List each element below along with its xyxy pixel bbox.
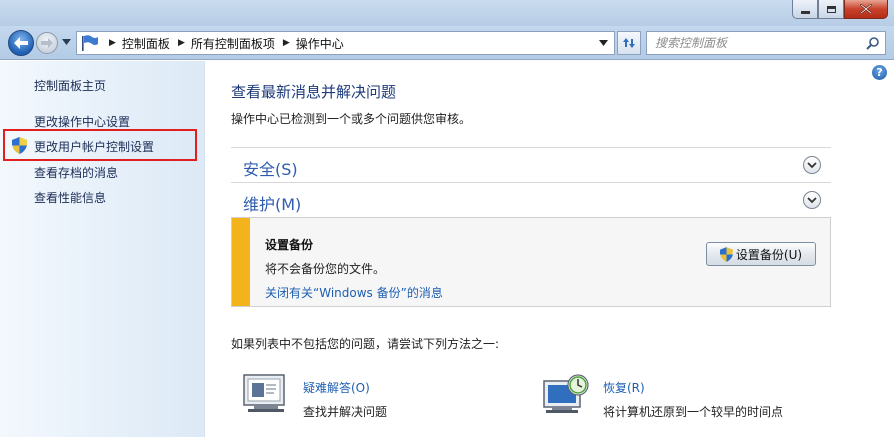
expand-security-button[interactable] bbox=[803, 156, 821, 174]
alert-message: 将不会备份您的文件。 bbox=[265, 262, 386, 276]
address-bar[interactable]: ▶ 控制面板 ▶ 所有控制面板项 ▶ 操作中心 bbox=[76, 31, 615, 55]
section-label-maintenance[interactable]: 维护(M) bbox=[243, 191, 301, 215]
forward-button[interactable] bbox=[36, 32, 58, 54]
address-dropdown-icon[interactable] bbox=[599, 40, 608, 46]
recovery-icon bbox=[543, 374, 589, 413]
breadcrumb-all-items[interactable]: 所有控制面板项 bbox=[191, 35, 275, 52]
troubleshooting-description: 查找并解决问题 bbox=[303, 405, 388, 419]
search-input[interactable] bbox=[647, 32, 857, 54]
sidebar-home-link[interactable]: 控制面板主页 bbox=[34, 77, 106, 94]
help-icon[interactable]: ? bbox=[872, 65, 887, 80]
control-panel-flag-icon bbox=[82, 35, 98, 51]
minimize-icon bbox=[800, 10, 810, 14]
maximize-icon bbox=[826, 5, 836, 13]
search-box[interactable] bbox=[646, 31, 886, 55]
uac-shield-icon bbox=[719, 246, 733, 262]
troubleshooting-link[interactable]: 疑难解答(O) bbox=[303, 379, 370, 396]
backup-alert: 设置备份 将不会备份您的文件。 关闭有关“Windows 备份”的消息 设置备份… bbox=[231, 217, 831, 307]
set-up-backup-button[interactable]: 设置备份(U) bbox=[706, 242, 816, 266]
security-section-header[interactable]: 安全(S) bbox=[231, 147, 831, 183]
section-label-security[interactable]: 安全(S) bbox=[243, 156, 298, 180]
refresh-icon bbox=[623, 38, 635, 48]
window-controls bbox=[792, 0, 888, 19]
highlight-box bbox=[3, 129, 197, 161]
left-task-pane: 控制面板主页 更改操作中心设置 更改用户帐户控制设置 查看存档的消息 查看性能信… bbox=[0, 61, 205, 437]
sidebar-item-view-archived-messages[interactable]: 查看存档的消息 bbox=[34, 164, 118, 181]
breadcrumb-separator-icon[interactable]: ▶ bbox=[283, 38, 290, 48]
breadcrumb-separator-icon[interactable]: ▶ bbox=[178, 38, 185, 48]
recovery-description: 将计算机还原到一个较早的时间点 bbox=[603, 405, 784, 419]
maximize-button[interactable] bbox=[818, 0, 844, 19]
warning-stripe bbox=[232, 218, 250, 306]
chevron-down-icon bbox=[807, 161, 817, 168]
minimize-button[interactable] bbox=[792, 0, 818, 19]
refresh-button[interactable] bbox=[617, 31, 641, 55]
navigation-bar: ▶ 控制面板 ▶ 所有控制面板项 ▶ 操作中心 bbox=[0, 26, 894, 60]
close-button[interactable] bbox=[844, 0, 888, 19]
chevron-down-icon bbox=[807, 196, 817, 203]
maintenance-section-header[interactable]: 维护(M) bbox=[231, 182, 831, 218]
close-icon bbox=[860, 4, 872, 14]
back-button[interactable] bbox=[8, 30, 34, 56]
arrow-right-icon bbox=[41, 38, 53, 48]
troubleshoot-icon bbox=[243, 374, 285, 412]
sidebar-item-view-performance-info[interactable]: 查看性能信息 bbox=[34, 189, 106, 206]
sidebar-item-change-action-center-settings[interactable]: 更改操作中心设置 bbox=[34, 113, 130, 130]
hint-text: 如果列表中不包括您的问题，请尝试下列方法之一: bbox=[231, 337, 500, 351]
main-content: ? 查看最新消息并解决问题 操作中心已检测到一个或多个问题供您审核。 安全(S)… bbox=[206, 61, 894, 437]
page-subtitle: 操作中心已检测到一个或多个问题供您审核。 bbox=[231, 112, 472, 126]
breadcrumb-action-center[interactable]: 操作中心 bbox=[296, 35, 344, 52]
title-bar bbox=[0, 0, 894, 26]
search-icon[interactable] bbox=[866, 37, 879, 50]
history-dropdown-icon[interactable] bbox=[62, 39, 71, 45]
expand-maintenance-button[interactable] bbox=[803, 191, 821, 209]
arrow-left-icon bbox=[14, 37, 28, 49]
breadcrumb: ▶ 控制面板 ▶ 所有控制面板项 ▶ 操作中心 bbox=[105, 35, 344, 52]
breadcrumb-control-panel[interactable]: 控制面板 bbox=[122, 35, 170, 52]
recovery-link[interactable]: 恢复(R) bbox=[603, 379, 645, 396]
alert-title: 设置备份 bbox=[265, 238, 314, 252]
page-title: 查看最新消息并解决问题 bbox=[231, 83, 397, 101]
set-up-backup-label: 设置备份(U) bbox=[735, 247, 803, 262]
breadcrumb-separator-icon: ▶ bbox=[109, 38, 116, 48]
turn-off-backup-messages-link[interactable]: 关闭有关“Windows 备份”的消息 bbox=[265, 284, 443, 301]
